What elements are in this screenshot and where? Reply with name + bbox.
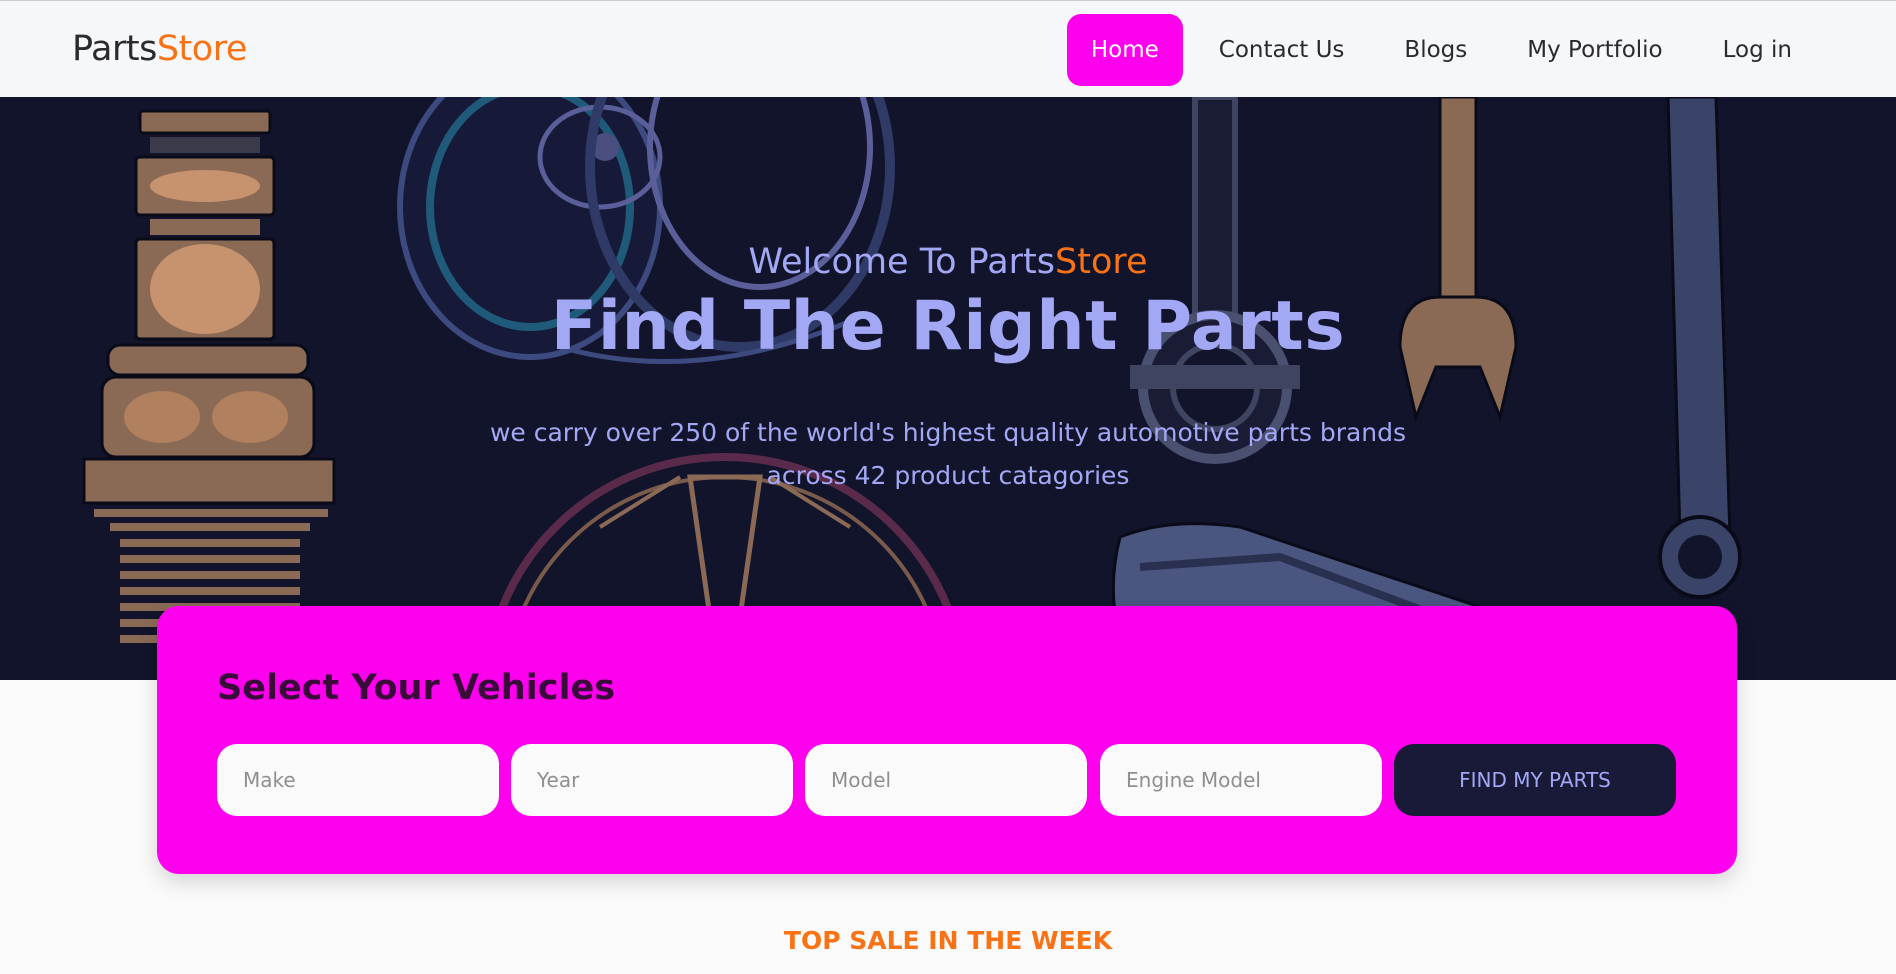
hero-background-illustration xyxy=(82,97,1742,680)
hero-banner: Welcome To PartsStore Find The Right Par… xyxy=(0,97,1896,680)
brand-logo-part2: Store xyxy=(156,29,248,69)
hero-description: we carry over 250 of the world's highest… xyxy=(489,418,1407,490)
nav-link-blogs[interactable]: Blogs xyxy=(1380,14,1491,86)
engine-model-input[interactable] xyxy=(1100,744,1382,816)
brand-logo[interactable]: PartsStore xyxy=(72,29,247,69)
nav-link-contact-us[interactable]: Contact Us xyxy=(1195,14,1369,86)
brand-logo-part1: Parts xyxy=(72,29,157,69)
vehicle-selector-card: Select Your Vehicles FIND MY PARTS xyxy=(157,606,1737,874)
find-my-parts-button[interactable]: FIND MY PARTS xyxy=(1394,744,1676,816)
hero-welcome-text: Welcome To PartsStore xyxy=(0,242,1896,282)
hero-welcome-brand-part2: Store xyxy=(1055,242,1148,282)
hero-title: Find The Right Parts xyxy=(550,287,1346,366)
top-sale-section-title: TOP SALE IN THE WEEK xyxy=(783,926,1113,955)
hero-welcome-brand-part1: Parts xyxy=(967,242,1056,282)
make-input[interactable] xyxy=(217,744,499,816)
nav-link-log-in[interactable]: Log in xyxy=(1699,14,1816,86)
vehicle-selector-title: Select Your Vehicles xyxy=(217,668,616,708)
hero-welcome-prefix: Welcome To xyxy=(748,242,968,282)
nav-links: Home Contact Us Blogs My Portfolio Log i… xyxy=(1055,14,1816,86)
model-input[interactable] xyxy=(805,744,1087,816)
nav-link-home[interactable]: Home xyxy=(1066,14,1183,86)
year-input[interactable] xyxy=(511,744,793,816)
top-navbar: PartsStore Home Contact Us Blogs My Port… xyxy=(0,0,1896,97)
spark-plug-icon xyxy=(82,109,336,643)
nav-link-my-portfolio[interactable]: My Portfolio xyxy=(1503,14,1686,86)
